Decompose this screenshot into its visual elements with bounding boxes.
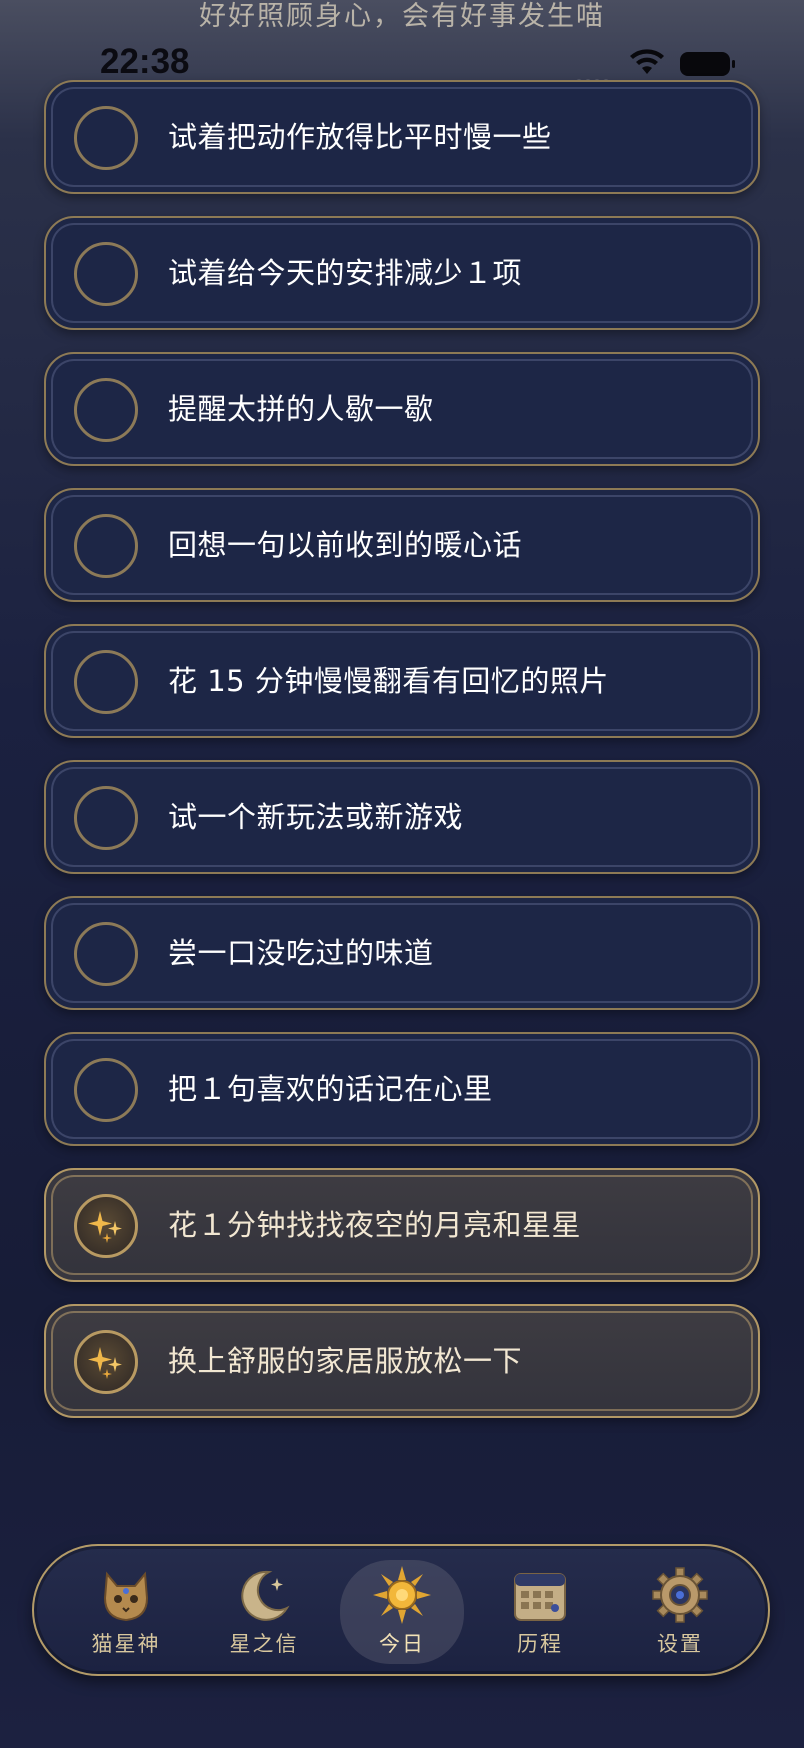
battery-icon bbox=[680, 52, 735, 76]
tab-label: 历程 bbox=[517, 1632, 563, 1656]
task-item[interactable]: 尝一口没吃过的味道 bbox=[44, 896, 760, 1010]
sparkle-check-icon[interactable] bbox=[74, 1330, 138, 1394]
tab-label: 星之信 bbox=[229, 1632, 299, 1656]
gear-icon bbox=[652, 1567, 708, 1623]
moon-icon bbox=[241, 1570, 290, 1621]
task-label: 换上舒服的家居服放松一下 bbox=[168, 1344, 523, 1378]
task-item-completed[interactable]: 换上舒服的家居服放松一下 bbox=[44, 1304, 760, 1418]
wifi-icon bbox=[630, 49, 664, 74]
task-label: 花１分钟找找夜空的月亮和星星 bbox=[168, 1208, 582, 1242]
checkbox-icon[interactable] bbox=[74, 242, 138, 306]
tab-cat-god[interactable]: 猫星神 bbox=[66, 1560, 186, 1664]
cat-icon bbox=[103, 1571, 149, 1622]
tab-bar: 猫星神 星之信 今日 历程 设置 bbox=[32, 1544, 770, 1676]
task-label: 试着把动作放得比平时慢一些 bbox=[168, 120, 552, 154]
task-item-completed[interactable]: 花１分钟找找夜空的月亮和星星 bbox=[44, 1168, 760, 1282]
task-item[interactable]: 把１句喜欢的话记在心里 bbox=[44, 1032, 760, 1146]
checkbox-icon[interactable] bbox=[74, 786, 138, 850]
tab-history[interactable]: 历程 bbox=[480, 1560, 600, 1664]
tab-label: 猫星神 bbox=[91, 1632, 161, 1656]
header-tip: 好好照顾身心，会有好事发生喵 bbox=[199, 1, 605, 32]
tab-label: 今日 bbox=[379, 1632, 425, 1656]
task-item[interactable]: 试着给今天的安排减少１项 bbox=[44, 216, 760, 330]
task-item[interactable]: 提醒太拼的人歇一歇 bbox=[44, 352, 760, 466]
task-label: 花 15 分钟慢慢翻看有回忆的照片 bbox=[168, 664, 609, 698]
status-time: 22:38 bbox=[100, 42, 190, 81]
tab-settings[interactable]: 设置 bbox=[620, 1560, 740, 1664]
task-item[interactable]: 试一个新玩法或新游戏 bbox=[44, 760, 760, 874]
checkbox-icon[interactable] bbox=[74, 650, 138, 714]
checkbox-icon[interactable] bbox=[74, 378, 138, 442]
task-list: 试着把动作放得比平时慢一些 试着给今天的安排减少１项 提醒太拼的人歇一歇 回想一… bbox=[44, 80, 760, 1440]
task-label: 尝一口没吃过的味道 bbox=[168, 936, 434, 970]
checkbox-icon[interactable] bbox=[74, 1058, 138, 1122]
tab-label: 设置 bbox=[657, 1632, 703, 1656]
checkbox-icon[interactable] bbox=[74, 922, 138, 986]
task-label: 试着给今天的安排减少１项 bbox=[168, 256, 523, 290]
tab-star-letter[interactable]: 星之信 bbox=[204, 1560, 324, 1664]
task-label: 试一个新玩法或新游戏 bbox=[168, 800, 464, 834]
task-label: 提醒太拼的人歇一歇 bbox=[168, 392, 434, 426]
status-dots bbox=[576, 70, 616, 85]
checkbox-icon[interactable] bbox=[74, 106, 138, 170]
task-label: 把１句喜欢的话记在心里 bbox=[168, 1072, 493, 1106]
task-item[interactable]: 回想一句以前收到的暖心话 bbox=[44, 488, 760, 602]
task-item[interactable]: 试着把动作放得比平时慢一些 bbox=[44, 80, 760, 194]
sun-icon bbox=[373, 1566, 431, 1624]
task-label: 回想一句以前收到的暖心话 bbox=[168, 528, 523, 562]
tab-today[interactable]: 今日 bbox=[340, 1560, 464, 1664]
sparkle-check-icon[interactable] bbox=[74, 1194, 138, 1258]
calendar-icon bbox=[514, 1573, 566, 1621]
checkbox-icon[interactable] bbox=[74, 514, 138, 578]
task-item[interactable]: 花 15 分钟慢慢翻看有回忆的照片 bbox=[44, 624, 760, 738]
